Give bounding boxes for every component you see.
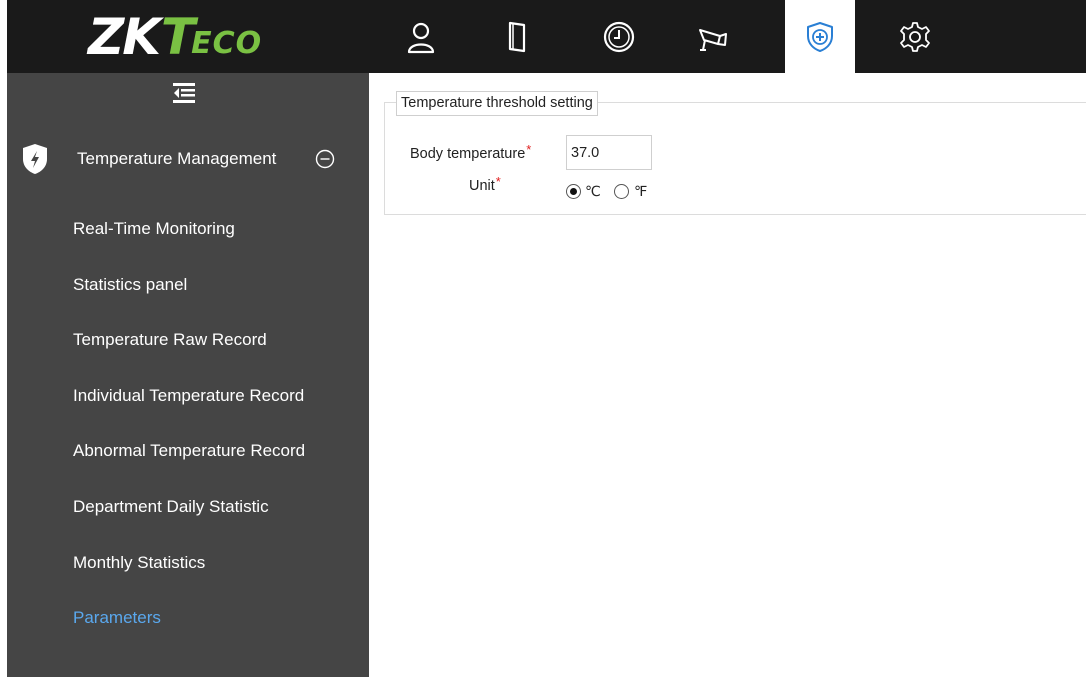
- sidebar-item-statistics-panel[interactable]: Statistics panel: [73, 275, 187, 295]
- sidebar-item-department-daily-statistic[interactable]: Department Daily Statistic: [73, 497, 269, 517]
- system-settings-button[interactable]: [880, 0, 950, 73]
- personnel-module-button[interactable]: [386, 0, 456, 73]
- sidebar-item-parameters[interactable]: Parameters: [73, 608, 161, 628]
- camera-icon: [699, 28, 727, 51]
- logo-text-accent: T: [161, 8, 195, 66]
- person-icon: [407, 22, 435, 53]
- required-mark: *: [495, 174, 501, 189]
- section-title: Temperature Management: [77, 149, 277, 168]
- temperature-management-section[interactable]: Temperature Management: [7, 141, 369, 181]
- body-temperature-input[interactable]: [566, 135, 652, 170]
- required-mark: *: [526, 142, 532, 157]
- clock-icon: [603, 21, 635, 52]
- lightning-shield-icon: [23, 144, 47, 174]
- sidebar-item-individual-temperature-record[interactable]: Individual Temperature Record: [73, 386, 304, 406]
- gear-icon: [900, 21, 930, 52]
- celsius-radio[interactable]: [566, 184, 581, 199]
- zkteco-logo: ZK T ECO: [88, 8, 298, 66]
- window-edge: [0, 0, 7, 677]
- door-icon: [508, 21, 526, 52]
- unit-label-text: Unit: [469, 178, 495, 194]
- fahrenheit-label[interactable]: ℉: [634, 183, 647, 200]
- celsius-label[interactable]: ℃: [585, 183, 601, 200]
- sidebar: Temperature Management Real-Time Monitor…: [7, 73, 369, 677]
- attendance-module-button[interactable]: [584, 0, 654, 73]
- sidebar-item-abnormal-temperature-record[interactable]: Abnormal Temperature Record: [73, 441, 305, 461]
- unit-label: Unit*: [469, 174, 501, 194]
- temperature-module-button[interactable]: [785, 0, 855, 73]
- fieldset-legend: Temperature threshold setting: [396, 91, 598, 116]
- logo-text-main: ZK: [88, 8, 161, 66]
- logo-text-suffix: ECO: [191, 25, 263, 61]
- collapse-section-icon[interactable]: [315, 149, 335, 169]
- body-temperature-label: Body temperature*: [410, 142, 531, 162]
- access-module-button[interactable]: [482, 0, 552, 73]
- sidebar-item-temperature-raw-record[interactable]: Temperature Raw Record: [73, 330, 267, 350]
- sidebar-item-monthly-statistics[interactable]: Monthly Statistics: [73, 553, 205, 573]
- collapse-menu-icon[interactable]: [172, 82, 196, 104]
- sidebar-item-real-time-monitoring[interactable]: Real-Time Monitoring: [73, 219, 235, 239]
- video-module-button[interactable]: [678, 0, 748, 73]
- shield-plus-icon: [807, 21, 833, 52]
- fahrenheit-radio[interactable]: [614, 184, 629, 199]
- top-navigation-bar: ZK T ECO: [0, 0, 1086, 73]
- body-temperature-label-text: Body temperature: [410, 146, 526, 162]
